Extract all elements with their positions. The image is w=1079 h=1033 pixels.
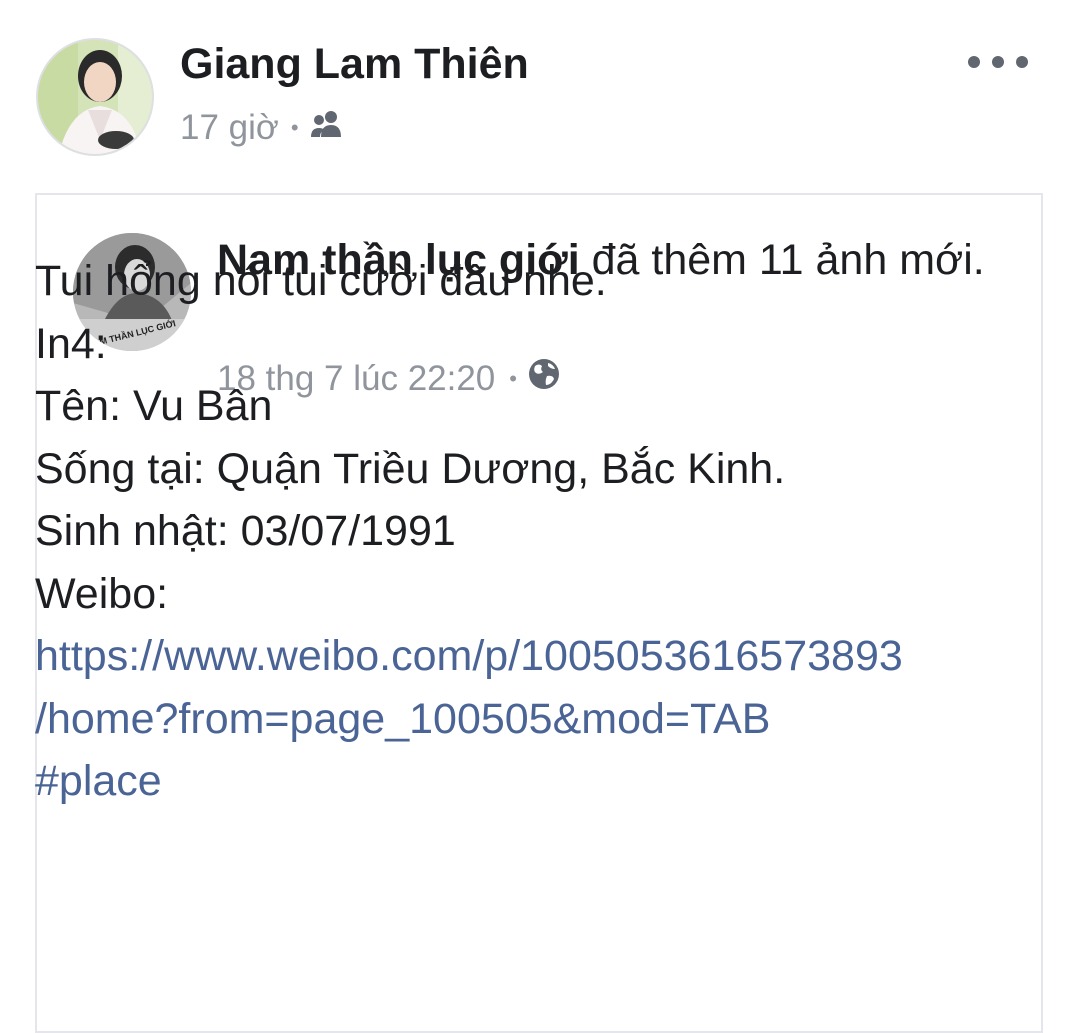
- author-name[interactable]: Giang Lam Thiên: [180, 40, 529, 89]
- meta-separator: •: [290, 115, 299, 140]
- more-dot: [968, 56, 980, 68]
- author-avatar[interactable]: [36, 38, 154, 156]
- body-line: Weibo:: [35, 569, 169, 618]
- post-body: Tui hổng nói tui cười đâu nhe. In4: Tên:…: [35, 250, 1075, 813]
- author-avatar-image: [38, 40, 152, 154]
- more-options-button[interactable]: [968, 42, 1028, 82]
- post-time[interactable]: 17 giờ: [180, 108, 279, 148]
- body-line: Sống tại: Quận Triều Dương, Bắc Kinh.: [35, 444, 786, 493]
- more-dot: [1016, 56, 1028, 68]
- post-header: Giang Lam Thiên 17 giờ •: [0, 0, 1079, 180]
- body-line: Sinh nhật: 03/07/1991: [35, 507, 456, 555]
- friends-icon: [309, 108, 345, 148]
- weibo-link-continued[interactable]: /home?from=page_100505&mod=TAB: [35, 688, 1075, 751]
- post-meta: 17 giờ •: [180, 108, 345, 148]
- more-dot: [992, 56, 1004, 68]
- body-line: Tên: Vu Bân: [35, 382, 273, 430]
- body-line: In4:: [35, 319, 107, 368]
- body-line: Tui hổng nói tui cười đâu nhe.: [35, 257, 607, 305]
- weibo-link[interactable]: https://www.weibo.com/p/1005053616573893: [35, 625, 1075, 688]
- hashtag-link[interactable]: #place: [35, 750, 1075, 813]
